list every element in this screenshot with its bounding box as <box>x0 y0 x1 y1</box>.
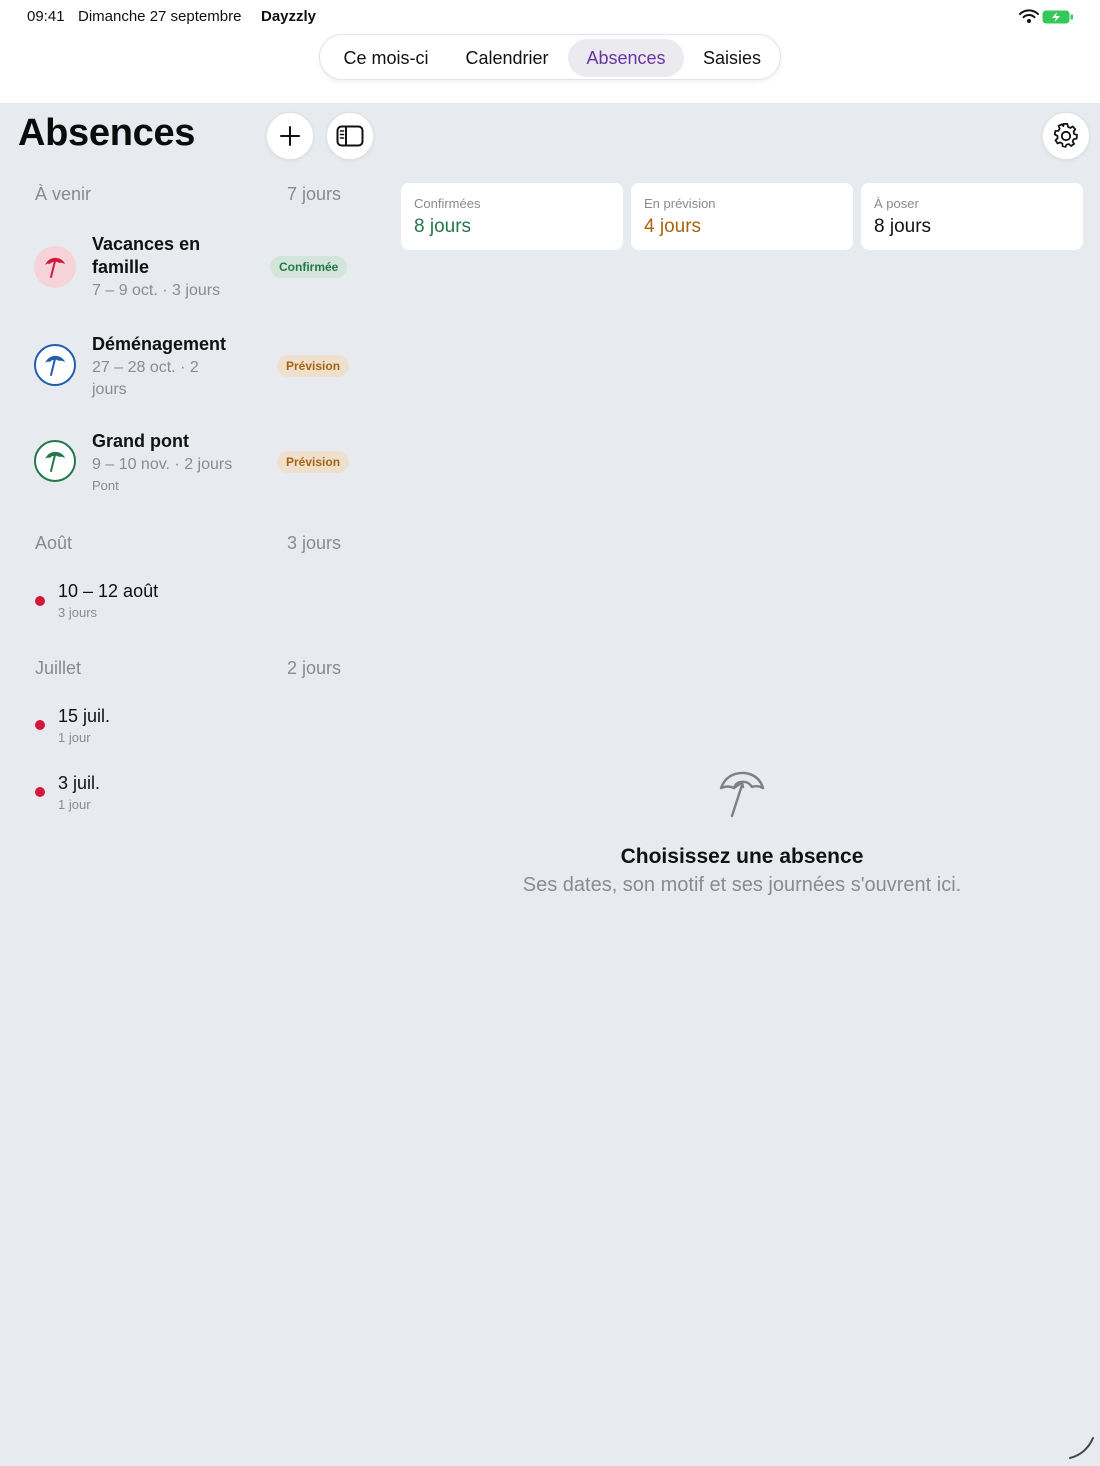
settings-button[interactable] <box>1042 112 1090 160</box>
empty-state-subtitle: Ses dates, son motif et ses journées s'o… <box>522 874 962 896</box>
section-heading-upcoming: À venir <box>35 184 92 204</box>
absence-dates: 9 – 10 nov. · 2 jours <box>92 456 233 473</box>
segmented-tabs: Ce mois-ci Calendrier Absences Saisies <box>319 34 781 80</box>
stat-value: 8 jours <box>874 216 932 237</box>
past-absence-title: 15 juil. <box>58 706 111 726</box>
absence-title: Déménagement <box>92 334 227 354</box>
absence-avatar <box>34 440 76 482</box>
section-heading-august: Août <box>35 533 73 553</box>
status-app-name: Dayzzly <box>261 8 317 25</box>
status-badge: Prévision <box>277 355 350 377</box>
stat-label: En prévision <box>644 196 716 211</box>
plus-icon <box>280 126 300 146</box>
absence-title: Grand pont <box>92 431 189 451</box>
absence-dot <box>35 596 45 606</box>
umbrella-icon <box>719 771 765 818</box>
umbrella-icon <box>45 257 65 278</box>
stat-card-a-poser: À poser 8 jours <box>861 183 1083 250</box>
stat-card-en-prevision: En prévision 4 jours <box>631 183 853 250</box>
past-absence-title: 3 juil. <box>58 773 101 793</box>
stat-value: 4 jours <box>644 216 702 237</box>
section-total-august: 3 jours <box>286 533 341 553</box>
stat-value: 8 jours <box>414 216 472 237</box>
absence-dates: 7 – 9 oct. · 3 jours <box>92 282 221 299</box>
toggle-sidebar-button[interactable] <box>326 112 374 160</box>
empty-state-title: Choisissez une absence <box>620 845 864 868</box>
stat-label: À poser <box>874 196 919 211</box>
section-total-july: 2 jours <box>286 658 341 678</box>
section-total-upcoming: 7 jours <box>286 184 341 204</box>
gear-icon <box>1053 123 1078 148</box>
stat-label: Confirmées <box>414 196 481 211</box>
absence-avatar <box>34 246 76 288</box>
umbrella-icon <box>45 355 65 376</box>
past-absence-duration: 3 jours <box>58 605 98 620</box>
battery-icon <box>1042 10 1073 24</box>
absence-dot <box>35 720 45 730</box>
umbrella-icon <box>45 451 65 472</box>
status-badge: Confirmée <box>270 256 348 278</box>
absence-dates: 27 – 28 oct. · 2 jours <box>92 359 199 398</box>
wifi-icon <box>1019 9 1039 23</box>
absence-avatar <box>34 344 76 386</box>
tab-ce-mois-ci[interactable]: Ce mois-ci <box>326 39 446 77</box>
section-heading-july: Juillet <box>35 658 82 678</box>
add-absence-button[interactable] <box>266 112 314 160</box>
absence-title: Vacances en famille <box>92 234 201 277</box>
resize-handle-icon[interactable] <box>1066 1434 1096 1462</box>
status-badge: Prévision <box>277 451 350 473</box>
tab-absences[interactable]: Absences <box>568 39 684 77</box>
tab-saisies[interactable]: Saisies <box>690 39 774 77</box>
status-date: Dimanche 27 septembre <box>78 8 242 25</box>
stat-card-confirmees: Confirmées 8 jours <box>401 183 623 250</box>
page-title: Absences <box>18 112 196 154</box>
past-absence-title: 10 – 12 août <box>58 581 159 601</box>
tab-calendrier[interactable]: Calendrier <box>452 39 562 77</box>
past-absence-duration: 1 jour <box>58 730 91 745</box>
sidebar-toggle-icon <box>336 125 364 147</box>
top-bar: 09:41 Dimanche 27 septembre Dayzzly Ce m… <box>0 0 1100 103</box>
status-time: 09:41 <box>27 8 65 25</box>
absence-reason: Pont <box>92 478 119 493</box>
past-absence-duration: 1 jour <box>58 797 91 812</box>
absence-dot <box>35 787 45 797</box>
